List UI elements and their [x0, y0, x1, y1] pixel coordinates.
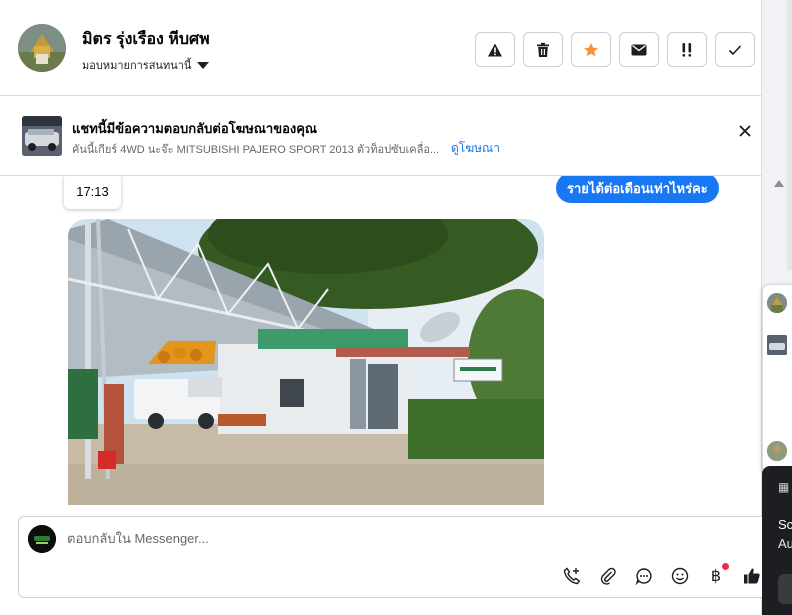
- saved-reply-icon[interactable]: [634, 566, 654, 586]
- message-thread: 17:13 รายได้ต่อเดือนเท่าไหร่คะ: [0, 176, 762, 516]
- done-button[interactable]: [715, 32, 755, 67]
- contact-name[interactable]: มิตร รุ่งเรือง หีบศพ: [82, 27, 210, 52]
- exclamation-icon: [682, 42, 692, 57]
- message-timestamp-tooltip: 17:13: [64, 176, 121, 209]
- side-card-line1: Sc: [778, 517, 792, 532]
- close-icon[interactable]: [738, 124, 752, 138]
- contact-avatar[interactable]: [18, 24, 66, 72]
- ad-banner-subtitle: คันนี้เกียร์ 4WD นะจ๊ะ MITSUBISHI PAJERO…: [72, 144, 440, 156]
- chevron-down-icon: [197, 62, 210, 69]
- delete-button[interactable]: [523, 32, 563, 67]
- spam-button[interactable]: [475, 32, 515, 67]
- star-button[interactable]: [571, 32, 611, 67]
- header-actions: [475, 32, 755, 67]
- grid-icon: ▦: [778, 480, 790, 494]
- star-icon: [584, 42, 598, 56]
- ad-thumbnail[interactable]: [22, 116, 62, 156]
- chat-head-avatar[interactable]: [767, 293, 787, 313]
- conversation-panel: มิตร รุ่งเรือง หีบศพ มอบหมายการสนทนานี้: [0, 0, 770, 615]
- right-scrollbar[interactable]: [787, 0, 792, 270]
- ad-banner-title: แชทนี้มีข้อความตอบกลับต่อโฆษณาของคุณ: [72, 121, 317, 136]
- conversation-header: มิตร รุ่งเรือง หีบศพ มอบหมายการสนทนานี้: [0, 0, 762, 96]
- assign-label: มอบหมายการสนทนานี้: [82, 60, 192, 72]
- image-attachment[interactable]: [68, 219, 544, 505]
- side-card-button[interactable]: [778, 574, 792, 604]
- reply-composer: ฿: [18, 516, 770, 598]
- reply-input[interactable]: [67, 531, 567, 546]
- assign-dropdown[interactable]: มอบหมายการสนทนานี้: [82, 56, 210, 74]
- call-add-icon[interactable]: [562, 566, 582, 586]
- check-icon: [728, 44, 742, 55]
- chat-head-card[interactable]: [762, 284, 792, 474]
- outgoing-message-bubble[interactable]: รายได้ต่อเดือนเท่าไหร่คะ: [556, 176, 719, 203]
- attach-icon[interactable]: [598, 566, 618, 586]
- side-notification-card[interactable]: ▦ Sc Au: [762, 466, 792, 615]
- scroll-up-arrow[interactable]: [774, 180, 784, 187]
- view-ad-link[interactable]: ดูโฆษณา: [451, 139, 500, 158]
- mark-unread-button[interactable]: [619, 32, 659, 67]
- photo-icon: [68, 219, 544, 505]
- composer-toolbar: ฿: [562, 563, 762, 586]
- like-icon[interactable]: [742, 566, 762, 586]
- chat-head-avatar-small[interactable]: [767, 441, 787, 461]
- page-avatar: [28, 525, 56, 553]
- ad-reply-banner: แชทนี้มีข้อความตอบกลับต่อโฆษณาของคุณ คัน…: [0, 96, 762, 176]
- trash-icon: [537, 42, 549, 57]
- side-card-line2: Au: [778, 536, 792, 551]
- follow-up-button[interactable]: [667, 32, 707, 67]
- warning-icon: [488, 43, 502, 56]
- ad-thumbnail-mini[interactable]: [767, 335, 787, 355]
- notification-dot: [722, 563, 729, 570]
- envelope-icon: [631, 44, 647, 55]
- emoji-icon[interactable]: [670, 566, 690, 586]
- payment-glyph: ฿: [710, 568, 722, 585]
- payment-icon[interactable]: ฿: [706, 563, 729, 586]
